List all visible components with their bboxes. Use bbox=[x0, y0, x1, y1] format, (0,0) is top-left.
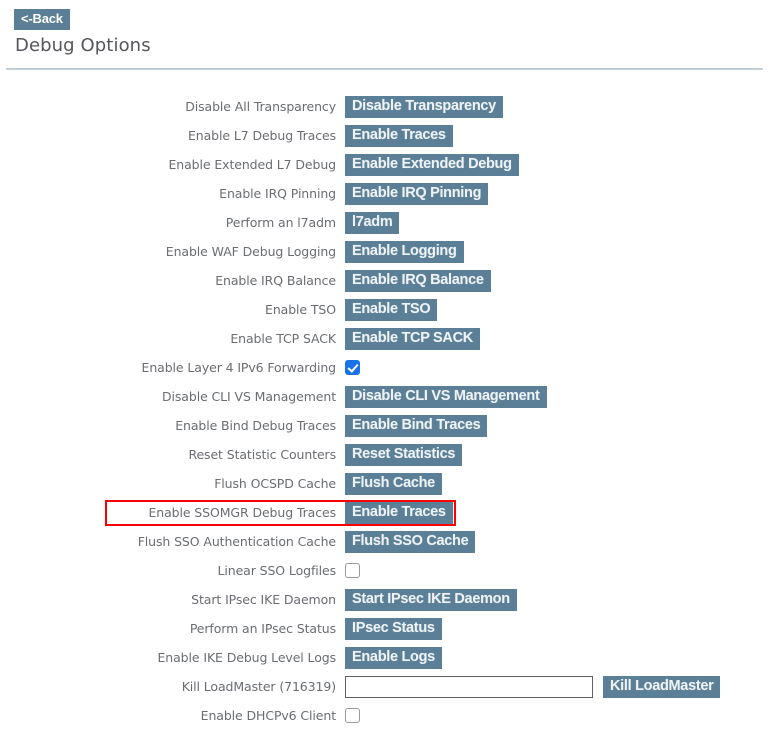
back-button[interactable]: <-Back bbox=[14, 9, 70, 30]
option-control: Enable Logs bbox=[345, 646, 769, 669]
page-header: <-Back Debug Options bbox=[0, 0, 769, 56]
option-control bbox=[345, 360, 769, 375]
option-label: Enable L7 Debug Traces bbox=[188, 128, 336, 143]
action-button[interactable]: Enable TCP SACK bbox=[345, 327, 480, 350]
option-label: Linear SSO Logfiles bbox=[217, 563, 337, 578]
action-button[interactable]: Enable IRQ Pinning bbox=[345, 182, 489, 205]
option-row: Enable IKE Debug Level Logs Enable Logs bbox=[0, 643, 769, 672]
action-button[interactable]: Enable Logging bbox=[345, 240, 464, 263]
option-row: Enable TSO Enable TSO bbox=[0, 295, 769, 324]
option-row: Enable SSOMGR Debug Traces Enable Traces bbox=[0, 498, 769, 527]
option-label: Flush SSO Authentication Cache bbox=[137, 534, 336, 549]
option-row: Enable Layer 4 IPv6 Forwarding bbox=[0, 353, 769, 382]
option-control: Enable Extended Debug bbox=[345, 153, 769, 176]
option-control: Enable IRQ Pinning bbox=[345, 182, 769, 205]
option-label: Enable IKE Debug Level Logs bbox=[157, 650, 337, 665]
option-row: Disable CLI VS Management Disable CLI VS … bbox=[0, 382, 769, 411]
checkbox-checked[interactable] bbox=[345, 360, 360, 375]
option-control: Enable Bind Traces bbox=[345, 414, 769, 437]
action-button[interactable]: IPsec Status bbox=[345, 617, 442, 640]
option-control: Flush SSO Cache bbox=[345, 530, 769, 553]
option-control: Reset Statistics bbox=[345, 443, 769, 466]
header-divider bbox=[6, 68, 763, 70]
option-row: Start IPsec IKE Daemon Start IPsec IKE Da… bbox=[0, 585, 769, 614]
option-label: Enable Layer 4 IPv6 Forwarding bbox=[141, 360, 337, 375]
action-button[interactable]: Disable CLI VS Management bbox=[345, 385, 547, 408]
option-control bbox=[345, 708, 769, 723]
option-label: Perform an l7adm bbox=[225, 215, 336, 230]
option-row: Enable L7 Debug Traces Enable Traces bbox=[0, 121, 769, 150]
option-label: Enable TSO bbox=[265, 302, 336, 317]
option-label: Disable All Transparency bbox=[185, 99, 336, 114]
option-label: Enable TCP SACK bbox=[230, 331, 336, 346]
option-label: Enable IRQ Balance bbox=[215, 273, 336, 288]
option-control: Disable CLI VS Management bbox=[345, 385, 769, 408]
option-control: Enable Traces bbox=[345, 124, 769, 147]
option-label: Enable IRQ Pinning bbox=[219, 186, 336, 201]
option-row: Enable TCP SACK Enable TCP SACK bbox=[0, 324, 769, 353]
option-label: Perform an IPsec Status bbox=[189, 621, 336, 636]
option-control: Enable Traces bbox=[345, 501, 769, 524]
option-control: Flush Cache bbox=[345, 472, 769, 495]
action-button[interactable]: Enable Bind Traces bbox=[345, 414, 488, 437]
option-row: Flush OCSPD Cache Flush Cache bbox=[0, 469, 769, 498]
option-row: Perform an IPsec Status IPsec Status bbox=[0, 614, 769, 643]
option-control: Start IPsec IKE Daemon bbox=[345, 588, 769, 611]
kill-loadmaster-input[interactable] bbox=[345, 675, 593, 698]
option-row: Reset Statistic Counters Reset Statistics bbox=[0, 440, 769, 469]
action-button[interactable]: Flush Cache bbox=[345, 472, 442, 495]
option-label: Flush OCSPD Cache bbox=[214, 476, 336, 491]
action-button[interactable]: Enable Traces bbox=[345, 501, 453, 524]
action-button[interactable]: Enable Extended Debug bbox=[345, 153, 519, 176]
option-control bbox=[345, 563, 769, 578]
action-button[interactable]: Disable Transparency bbox=[345, 95, 503, 118]
option-row: Enable IRQ Pinning Enable IRQ Pinning bbox=[0, 179, 769, 208]
option-control: Disable Transparency bbox=[345, 95, 769, 118]
action-button[interactable]: Enable IRQ Balance bbox=[345, 269, 491, 292]
option-row: Linear SSO Logfiles bbox=[0, 556, 769, 585]
option-control: Enable Logging bbox=[345, 240, 769, 263]
option-row: Disable All Transparency Disable Transpar… bbox=[0, 92, 769, 121]
action-button[interactable]: Flush SSO Cache bbox=[345, 530, 476, 553]
debug-options-form: Disable All Transparency Disable Transpar… bbox=[0, 92, 769, 730]
option-label: Enable WAF Debug Logging bbox=[165, 244, 336, 259]
action-button[interactable]: Start IPsec IKE Daemon bbox=[345, 588, 517, 611]
option-label: Enable DHCPv6 Client bbox=[200, 708, 336, 723]
option-control: Enable TSO bbox=[345, 298, 769, 321]
option-row: Flush SSO Authentication Cache Flush SSO … bbox=[0, 527, 769, 556]
option-control: Kill LoadMaster bbox=[345, 675, 769, 698]
option-control: l7adm bbox=[345, 211, 769, 234]
option-row: Perform an l7adm l7adm bbox=[0, 208, 769, 237]
action-button[interactable]: Enable TSO bbox=[345, 298, 438, 321]
option-control: IPsec Status bbox=[345, 617, 769, 640]
page-title: Debug Options bbox=[15, 35, 151, 56]
option-label: Reset Statistic Counters bbox=[188, 447, 336, 462]
option-row: Enable DHCPv6 Client bbox=[0, 701, 769, 730]
option-row: Enable IRQ Balance Enable IRQ Balance bbox=[0, 266, 769, 295]
option-control: Enable IRQ Balance bbox=[345, 269, 769, 292]
action-button[interactable]: Enable Logs bbox=[345, 646, 442, 669]
checkbox-unchecked[interactable] bbox=[345, 708, 360, 723]
option-row: Enable WAF Debug Logging Enable Logging bbox=[0, 237, 769, 266]
checkbox-unchecked[interactable] bbox=[345, 563, 360, 578]
option-control: Enable TCP SACK bbox=[345, 327, 769, 350]
option-label: Enable Bind Debug Traces bbox=[175, 418, 336, 433]
option-label: Kill LoadMaster (716319) bbox=[181, 679, 336, 694]
option-label: Enable Extended L7 Debug bbox=[168, 157, 337, 172]
option-label: Start IPsec IKE Daemon bbox=[191, 592, 336, 607]
action-button[interactable]: Reset Statistics bbox=[345, 443, 463, 466]
option-row: Enable Extended L7 Debug Enable Extended … bbox=[0, 150, 769, 179]
option-label: Disable CLI VS Management bbox=[162, 389, 336, 404]
option-label: Enable SSOMGR Debug Traces bbox=[148, 505, 336, 520]
action-button[interactable]: Enable Traces bbox=[345, 124, 453, 147]
option-row: Kill LoadMaster (716319) Kill LoadMaster bbox=[0, 672, 769, 701]
action-button[interactable]: l7adm bbox=[345, 211, 400, 234]
option-row: Enable Bind Debug Traces Enable Bind Trac… bbox=[0, 411, 769, 440]
action-button[interactable]: Kill LoadMaster bbox=[603, 675, 721, 698]
